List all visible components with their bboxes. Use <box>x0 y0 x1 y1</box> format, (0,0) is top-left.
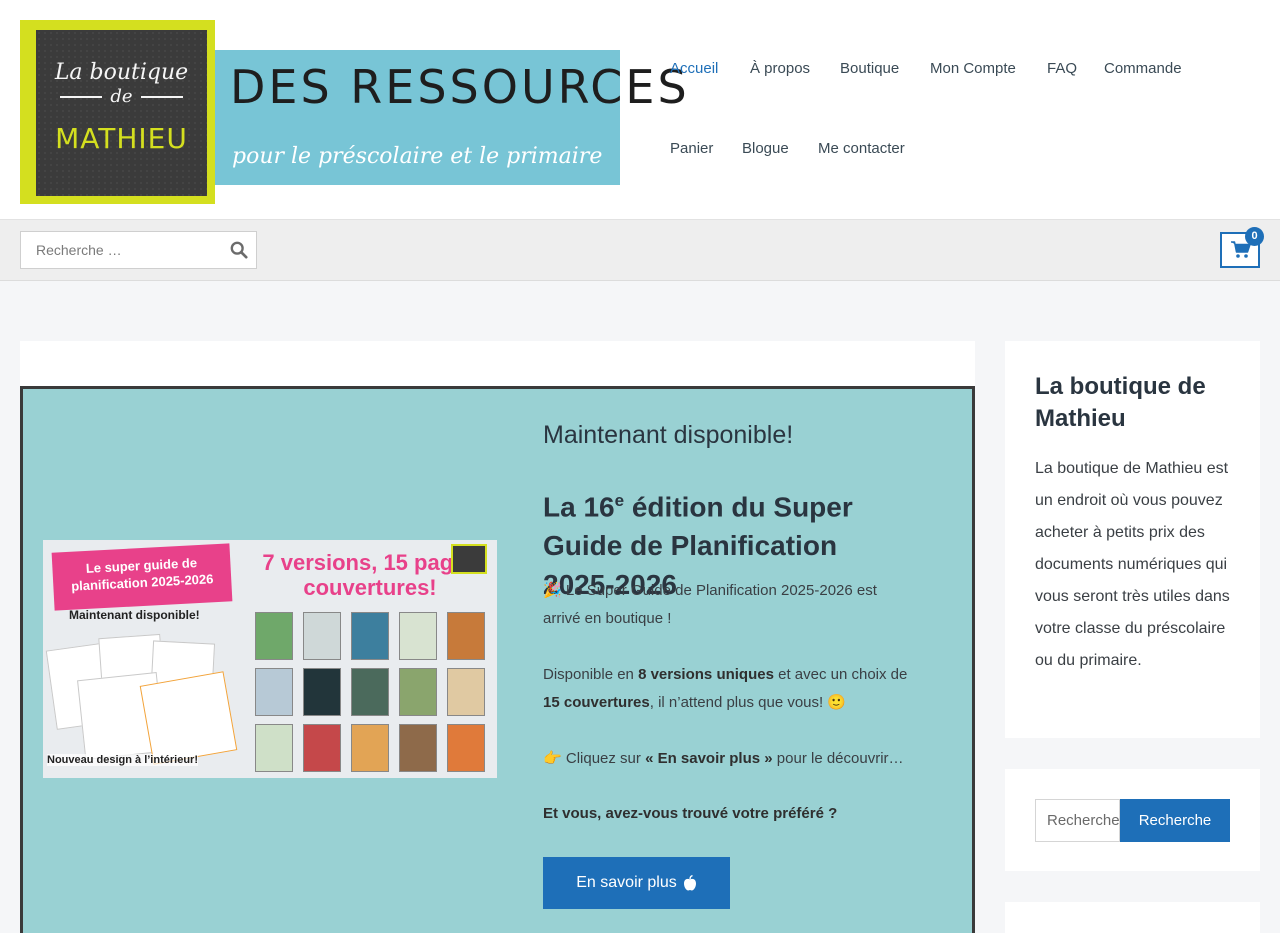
paragraph-text: Disponible en <box>543 666 639 683</box>
image-planner-sheets <box>45 633 241 765</box>
nav-item-commande[interactable]: Commande <box>1104 60 1182 77</box>
nav-item-blogue[interactable]: Blogue <box>742 140 789 157</box>
cover-thumbnail <box>447 724 485 772</box>
search-icon[interactable] <box>230 241 248 259</box>
cover-thumbnail <box>447 612 485 660</box>
sidebar-about-widget: La boutique de Mathieu La boutique de Ma… <box>1005 341 1260 738</box>
promo-title-prefix: La 16 <box>543 491 615 523</box>
promo-paragraph-4: Et vous, avez-vous trouvé votre préféré … <box>543 800 908 828</box>
sidebar-about-title: La boutique de Mathieu <box>1035 373 1206 432</box>
cover-thumbnail <box>399 668 437 716</box>
sidebar-search-widget: Recherche <box>1005 769 1260 871</box>
sidebar-widget <box>1005 902 1260 933</box>
image-new-design-text: Nouveau design à l’intérieur! <box>47 754 198 766</box>
image-dispo-text: Maintenant disponible! <box>69 608 200 622</box>
nav-item-faq[interactable]: FAQ <box>1047 60 1077 77</box>
sidebar-search-input[interactable] <box>1035 799 1120 842</box>
planner-sheet <box>139 671 238 765</box>
image-cover-grid <box>255 612 485 774</box>
search-toolbar <box>0 220 1280 281</box>
image-logo <box>451 544 487 574</box>
nav-item-me-contacter[interactable]: Me contacter <box>818 140 905 157</box>
paragraph-text: Cliquez sur <box>561 750 646 767</box>
logo-text-mathieu: MATHIEU <box>55 122 188 155</box>
site-logo[interactable]: La boutique de MATHIEU DES RESSOURCES po… <box>20 20 687 204</box>
cover-thumbnail <box>399 612 437 660</box>
cart-count-badge: 0 <box>1245 227 1264 246</box>
cover-thumbnail <box>351 612 389 660</box>
cover-thumbnail <box>447 668 485 716</box>
cover-thumbnail <box>255 612 293 660</box>
nav-item-panier[interactable]: Panier <box>670 140 713 157</box>
button-label: En savoir plus <box>576 874 677 891</box>
paragraph-text: , il n’attend plus que vous! 🙂 <box>649 694 847 711</box>
paragraph-bold-text: Et vous, avez-vous trouvé votre préféré … <box>543 805 838 822</box>
nav-item-boutique[interactable]: Boutique <box>840 60 899 77</box>
image-banner-text: Le super guide de planification 2025-202… <box>51 543 233 611</box>
promo-kicker: Maintenant disponible! <box>543 421 794 449</box>
cover-thumbnail <box>303 668 341 716</box>
nav-item-a-propos[interactable]: À propos <box>750 60 810 77</box>
sidebar-search-button[interactable]: Recherche <box>1120 799 1230 842</box>
cover-thumbnail <box>351 668 389 716</box>
content-header-area <box>20 341 975 386</box>
header-search-form <box>20 231 257 269</box>
party-emoji-icon: 🎉 <box>543 582 562 599</box>
en-savoir-plus-button[interactable]: En savoir plus <box>543 857 730 909</box>
paragraph-text: et avec un choix de <box>773 666 908 683</box>
promo-paragraph-1: 🎉 Le Super Guide de Planification 2025-2… <box>543 577 908 633</box>
apple-icon <box>683 874 696 891</box>
logo-chalkboard: La boutique de MATHIEU <box>20 20 215 204</box>
logo-divider-right <box>141 96 183 98</box>
promo-section: Le super guide de planification 2025-202… <box>20 386 975 933</box>
promo-image[interactable]: Le super guide de planification 2025-202… <box>43 540 497 778</box>
cover-thumbnail <box>255 724 293 772</box>
cover-thumbnail <box>303 724 341 772</box>
promo-paragraph-2: Disponible en 8 versions uniques et avec… <box>543 661 908 717</box>
promo-paragraph-3: 👉 Cliquez sur « En savoir plus » pour le… <box>543 745 908 773</box>
cover-thumbnail <box>303 612 341 660</box>
nav-item-mon-compte[interactable]: Mon Compte <box>930 60 1016 77</box>
logo-title: DES RESSOURCES <box>230 60 690 114</box>
cover-thumbnail <box>351 724 389 772</box>
cover-thumbnail <box>399 724 437 772</box>
cover-thumbnail <box>255 668 293 716</box>
logo-text-la-boutique: La boutique <box>54 60 189 85</box>
sidebar-about-text: La boutique de Mathieu est un endroit où… <box>1035 460 1230 669</box>
paragraph-bold-text: « En savoir plus » <box>645 750 773 767</box>
paragraph-text: Le Super Guide de Planification 2025-202… <box>543 582 877 627</box>
nav-item-accueil[interactable]: Accueil <box>670 60 718 77</box>
logo-subtitle: pour le préscolaire et le primaire <box>232 144 603 169</box>
header-search-input[interactable] <box>21 232 221 268</box>
paragraph-text: pour le découvrir… <box>772 750 904 767</box>
chalkboard-surface: La boutique de MATHIEU <box>36 30 207 196</box>
site-header: La boutique de MATHIEU DES RESSOURCES po… <box>0 0 1280 220</box>
paragraph-bold-text: 8 versions uniques <box>638 666 774 683</box>
paragraph-bold-text: 15 couvertures <box>543 694 650 711</box>
pointing-hand-icon: 👉 <box>543 750 562 767</box>
promo-title-superscript: e <box>614 491 625 510</box>
